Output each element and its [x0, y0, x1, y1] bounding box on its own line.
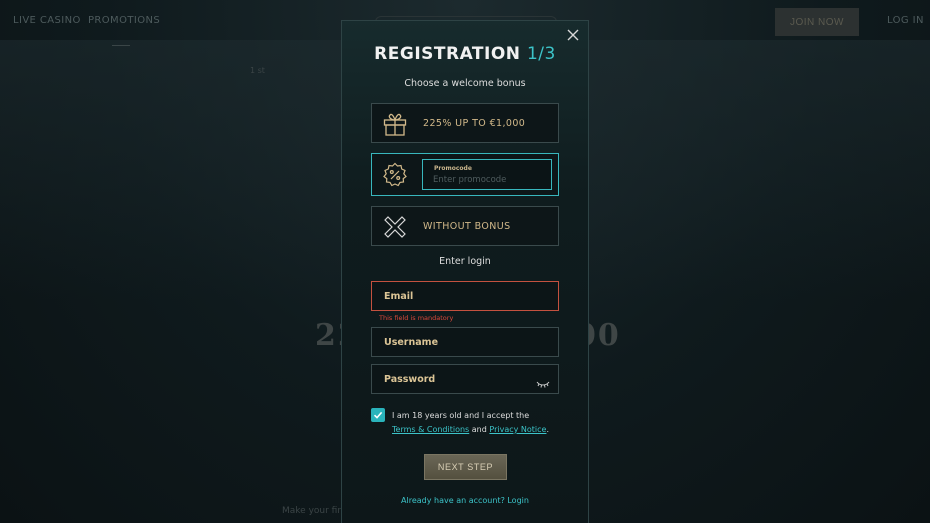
- email-input[interactable]: [384, 282, 534, 310]
- username-input[interactable]: [384, 328, 534, 356]
- username-field[interactable]: [371, 327, 559, 357]
- privacy-notice-link[interactable]: Privacy Notice: [489, 425, 546, 434]
- nav-login[interactable]: LOG IN: [887, 15, 924, 26]
- percent-badge-icon: [382, 162, 408, 188]
- promocode-label: Promocode: [434, 165, 472, 172]
- email-field[interactable]: [371, 281, 559, 311]
- modal-title-text: REGISTRATION: [374, 44, 521, 64]
- choose-bonus-subtitle: Choose a welcome bonus: [404, 78, 526, 89]
- enter-login-heading: Enter login: [439, 256, 491, 267]
- modal-step-indicator: 1/3: [526, 44, 556, 64]
- next-step-button[interactable]: NEXT STEP: [424, 454, 507, 480]
- registration-modal: [341, 20, 589, 523]
- checkmark-icon: [373, 411, 383, 419]
- close-icon[interactable]: [565, 28, 581, 44]
- terms-and: and: [471, 425, 487, 434]
- already-have-account-link[interactable]: Already have an account? Login: [341, 496, 589, 505]
- terms-conditions-link[interactable]: Terms & Conditions: [392, 425, 469, 434]
- modal-title: REGISTRATION 1/3: [341, 44, 589, 64]
- email-error-message: This field is mandatory: [379, 314, 454, 322]
- cross-icon: [382, 214, 408, 240]
- bonus-option-label: WITHOUT BONUS: [423, 220, 511, 232]
- promocode-input[interactable]: [433, 174, 543, 186]
- terms-sentence: I am 18 years old and I accept the: [392, 411, 530, 420]
- bonus-option-225[interactable]: 225% UP TO €1,000: [371, 103, 559, 143]
- password-input[interactable]: [384, 365, 534, 393]
- nav-live-casino[interactable]: LIVE CASINO: [13, 15, 81, 26]
- nav-active-underline: [112, 45, 130, 46]
- closed-eye-icon[interactable]: [536, 374, 550, 388]
- bonus-option-label: 225% UP TO €1,000: [423, 117, 526, 129]
- terms-period: .: [546, 425, 550, 434]
- gift-icon: [382, 111, 408, 137]
- promocode-field[interactable]: Promocode: [422, 159, 552, 190]
- password-field[interactable]: [371, 364, 559, 394]
- background-footer-text: Make your first: [282, 506, 350, 516]
- bonus-option-without[interactable]: WITHOUT BONUS: [371, 206, 559, 246]
- background-small-text: 1 st: [250, 66, 265, 75]
- join-now-button[interactable]: JOIN NOW: [775, 8, 859, 36]
- terms-text: I am 18 years old and I accept the Terms…: [392, 409, 562, 437]
- nav-promotions[interactable]: PROMOTIONS: [88, 15, 160, 26]
- age-terms-checkbox[interactable]: [371, 408, 385, 422]
